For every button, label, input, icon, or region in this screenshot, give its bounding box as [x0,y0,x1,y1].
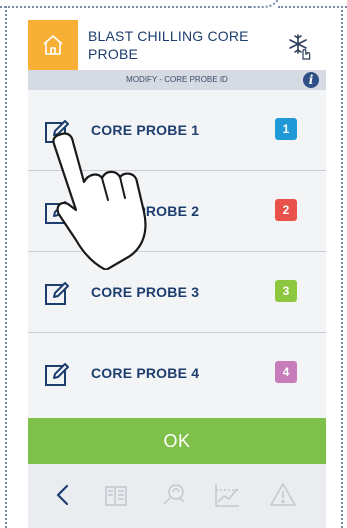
frame-border-curve [248,0,282,8]
graph-icon[interactable] [212,480,242,510]
home-icon [43,35,63,55]
probe-label: CORE PROBE 3 [91,284,200,300]
snowflake-hand-icon [289,34,311,60]
probe-row-4[interactable]: CORE PROBE 4 4 [28,333,326,413]
probe-badge: 4 [275,361,297,383]
probe-badge: 3 [275,280,297,302]
probe-label: CORE PROBE 4 [91,365,200,381]
back-icon[interactable] [48,480,78,510]
frame-border-left [5,6,7,528]
sub-header-bar: MODIFY - CORE PROBE ID i [28,70,326,90]
alarm-icon[interactable] [268,480,298,510]
probe-badge: 2 [275,199,297,221]
settings-icon[interactable] [158,480,188,510]
probe-badge: 1 [275,118,297,140]
recipe-book-icon[interactable] [102,480,132,510]
page-title: BLAST CHILLING CORE PROBE [88,28,249,62]
header: BLAST CHILLING CORE PROBE [28,20,326,70]
subtitle: MODIFY - CORE PROBE ID [126,75,228,84]
frame-border-top [0,6,250,8]
footer-toolbar [28,464,326,528]
frame-border-right [341,6,343,528]
frame-border-top-right [278,6,347,8]
edit-icon[interactable] [44,280,70,306]
home-button[interactable] [28,20,78,70]
pointing-hand-icon [52,132,147,270]
info-icon[interactable]: i [303,72,319,88]
device-screen: BLAST CHILLING CORE PROBE MODIFY - CORE … [28,20,326,528]
ok-button[interactable]: OK [28,418,326,464]
edit-icon[interactable] [44,361,70,387]
mode-button[interactable] [286,32,314,60]
